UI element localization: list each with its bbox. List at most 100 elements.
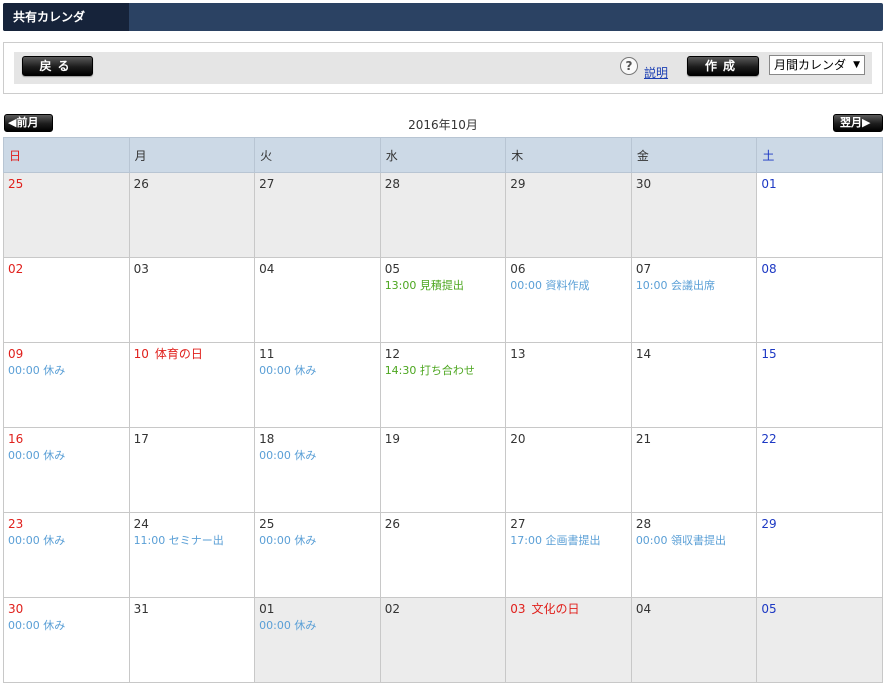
day-number: 17 [134,431,255,447]
day-number: 30 [636,176,757,192]
create-button[interactable]: 作成 [687,56,759,76]
calendar-event[interactable]: 00:00 休み [259,532,380,550]
help-icon[interactable]: ? [620,57,638,75]
day-number: 18 [259,431,380,447]
day-number-text: 08 [761,262,777,276]
calendar-event[interactable]: 17:00 企画書提出 [510,532,631,550]
dropdown-arrow-icon: ▼ [853,60,860,70]
calendar-day-cell[interactable]: 04 [630,597,758,683]
calendar-day-cell[interactable]: 28 00:00 領収書提出 [630,512,758,598]
day-number-text: 03 [133,262,149,276]
back-button[interactable]: 戻る [22,56,93,76]
calendar-event[interactable]: 14:30 打ち合わせ [385,362,506,380]
right-arrow-icon: ▶ [862,116,871,129]
calendar-grid: 日 月 火 水 木 金 土 25 26 27 28 29 30 01 02 03 04 05 13:0… [3,137,883,683]
day-number: 02 [385,601,506,617]
calendar-day-cell[interactable]: 27 17:00 企画書提出 [505,512,632,598]
calendar-day-cell[interactable]: 16 00:00 休み [3,427,130,513]
calendar-day-cell[interactable]: 29 [756,512,883,598]
day-number: 03 文化の日 [510,601,631,617]
calendar-day-cell[interactable]: 13 [505,342,632,428]
weekday-mon: 月 [128,137,256,173]
day-number-text: 20 [510,432,526,446]
calendar-event[interactable]: 00:00 資料作成 [510,277,631,295]
calendar-week-row: 02 03 04 05 13:00 見積提出 06 00:00 資料作成 07 10:00 会議… [3,257,883,343]
day-number: 30 [8,601,129,617]
calendar-day-cell[interactable]: 12 14:30 打ち合わせ [379,342,507,428]
day-number: 05 [385,261,506,277]
calendar-day-cell[interactable]: 14 [630,342,758,428]
calendar-day-cell[interactable]: 27 [254,172,381,258]
calendar-day-cell[interactable]: 07 10:00 会議出席 [630,257,758,343]
day-number: 03 [134,261,255,277]
view-select[interactable]: 月間カレンダ ▼ [769,55,865,75]
day-number-text: 21 [635,432,652,446]
calendar-day-cell[interactable]: 23 00:00 休み [3,512,130,598]
calendar-event[interactable]: 00:00 休み [8,617,129,635]
calendar-event[interactable]: 00:00 休み [259,617,380,635]
calendar-day-cell[interactable]: 03 [128,257,256,343]
calendar-day-cell[interactable]: 08 [756,257,883,343]
calendar-event[interactable]: 00:00 休み [259,447,380,465]
day-number-text: 28 [635,517,652,531]
calendar-day-cell[interactable]: 02 [379,597,507,683]
day-number-text: 07 [635,262,652,276]
day-number: 16 [8,431,129,447]
calendar-day-cell[interactable]: 11 00:00 休み [254,342,381,428]
day-number: 01 [761,176,882,192]
next-month-label: 翌月 [840,116,862,129]
day-number: 26 [134,176,255,192]
calendar-day-cell[interactable]: 28 [379,172,507,258]
calendar-day-cell[interactable]: 05 13:00 見積提出 [379,257,507,343]
calendar-day-cell[interactable]: 03 文化の日 [505,597,632,683]
calendar-day-cell[interactable]: 19 [379,427,507,513]
calendar-day-cell[interactable]: 24 11:00 セミナー出 [128,512,256,598]
calendar-day-cell[interactable]: 20 [505,427,632,513]
calendar-day-cell[interactable]: 15 [756,342,883,428]
calendar-day-cell[interactable]: 01 00:00 休み [254,597,381,683]
calendar-day-cell[interactable]: 06 00:00 資料作成 [505,257,632,343]
weekday-wed: 水 [379,137,507,173]
calendar-event[interactable]: 00:00 休み [8,362,129,380]
calendar-day-cell[interactable]: 01 [756,172,883,258]
day-number: 21 [636,431,757,447]
day-number: 28 [636,516,757,532]
calendar-event[interactable]: 10:00 会議出席 [636,277,757,295]
calendar-day-cell[interactable]: 04 [254,257,381,343]
title-bar: 共有カレンダ [3,3,883,31]
calendar-day-cell[interactable]: 22 [756,427,883,513]
day-number-text: 11 [259,347,275,361]
calendar-day-cell[interactable]: 31 [128,597,256,683]
calendar-day-cell[interactable]: 26 [379,512,507,598]
day-number-text: 17 [133,432,149,446]
calendar-day-cell[interactable]: 25 [3,172,130,258]
day-number-text: 16 [8,432,24,446]
calendar-event[interactable]: 00:00 休み [8,447,129,465]
calendar-day-cell[interactable]: 05 [756,597,883,683]
calendar-day-cell[interactable]: 02 [3,257,130,343]
calendar-event[interactable]: 00:00 休み [259,362,380,380]
day-number-text: 12 [384,347,400,361]
calendar-day-cell[interactable]: 18 00:00 休み [254,427,381,513]
calendar-day-cell[interactable]: 30 00:00 休み [3,597,130,683]
next-month-button[interactable]: 翌月▶ [833,114,883,132]
calendar-event[interactable]: 00:00 休み [8,532,129,550]
day-number-text: 01 [259,602,275,616]
day-number: 19 [385,431,506,447]
calendar-week-row: 16 00:00 休み 17 18 00:00 休み 19 20 21 22 [3,427,883,513]
calendar-day-cell[interactable]: 10 体育の日 [128,342,256,428]
calendar-day-cell[interactable]: 25 00:00 休み [254,512,381,598]
calendar-event[interactable]: 13:00 見積提出 [385,277,506,295]
view-select-value: 月間カレンダ [774,58,847,72]
calendar-day-cell[interactable]: 26 [128,172,256,258]
calendar-day-cell[interactable]: 21 [630,427,758,513]
calendar-day-cell[interactable]: 17 [128,427,256,513]
calendar-event[interactable]: 11:00 セミナー出 [134,532,255,550]
calendar-event[interactable]: 00:00 領収書提出 [636,532,757,550]
calendar-week-row: 09 00:00 休み 10 体育の日 11 00:00 休み 12 14:30 打ち合わせ 1… [3,342,883,428]
calendar-day-cell[interactable]: 09 00:00 休み [3,342,130,428]
help-link[interactable]: 説明 [644,64,668,81]
calendar-day-cell[interactable]: 29 [505,172,632,258]
day-number: 25 [259,516,380,532]
calendar-day-cell[interactable]: 30 [630,172,758,258]
